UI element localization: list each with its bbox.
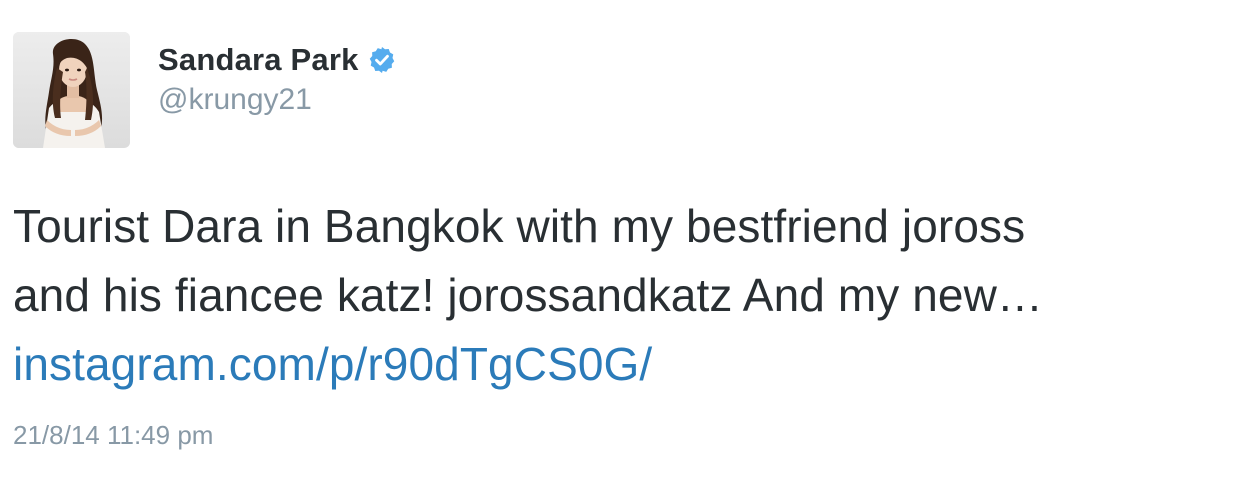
tweet-text: Tourist Dara in Bangkok with my bestfrie… — [13, 192, 1228, 399]
tweet-text-line: and his fiancee katz! jorossandkatz And … — [13, 269, 1044, 321]
user-handle[interactable]: @krungy21 — [158, 83, 312, 117]
tweet-card: Sandara Park @krungy21 Tourist Dara in B… — [0, 0, 1238, 478]
avatar[interactable] — [13, 32, 130, 148]
display-name[interactable]: Sandara Park — [158, 42, 397, 78]
instagram-link[interactable]: instagram.com/p/r90dTgCS0G/ — [13, 338, 652, 390]
display-name-text: Sandara Park — [158, 42, 359, 77]
tweet-text-line: Tourist Dara in Bangkok with my bestfrie… — [13, 200, 1026, 252]
verified-badge-icon — [367, 45, 397, 75]
tweet-timestamp[interactable]: 21/8/14 11:49 pm — [13, 420, 213, 451]
avatar-photo — [13, 32, 130, 148]
